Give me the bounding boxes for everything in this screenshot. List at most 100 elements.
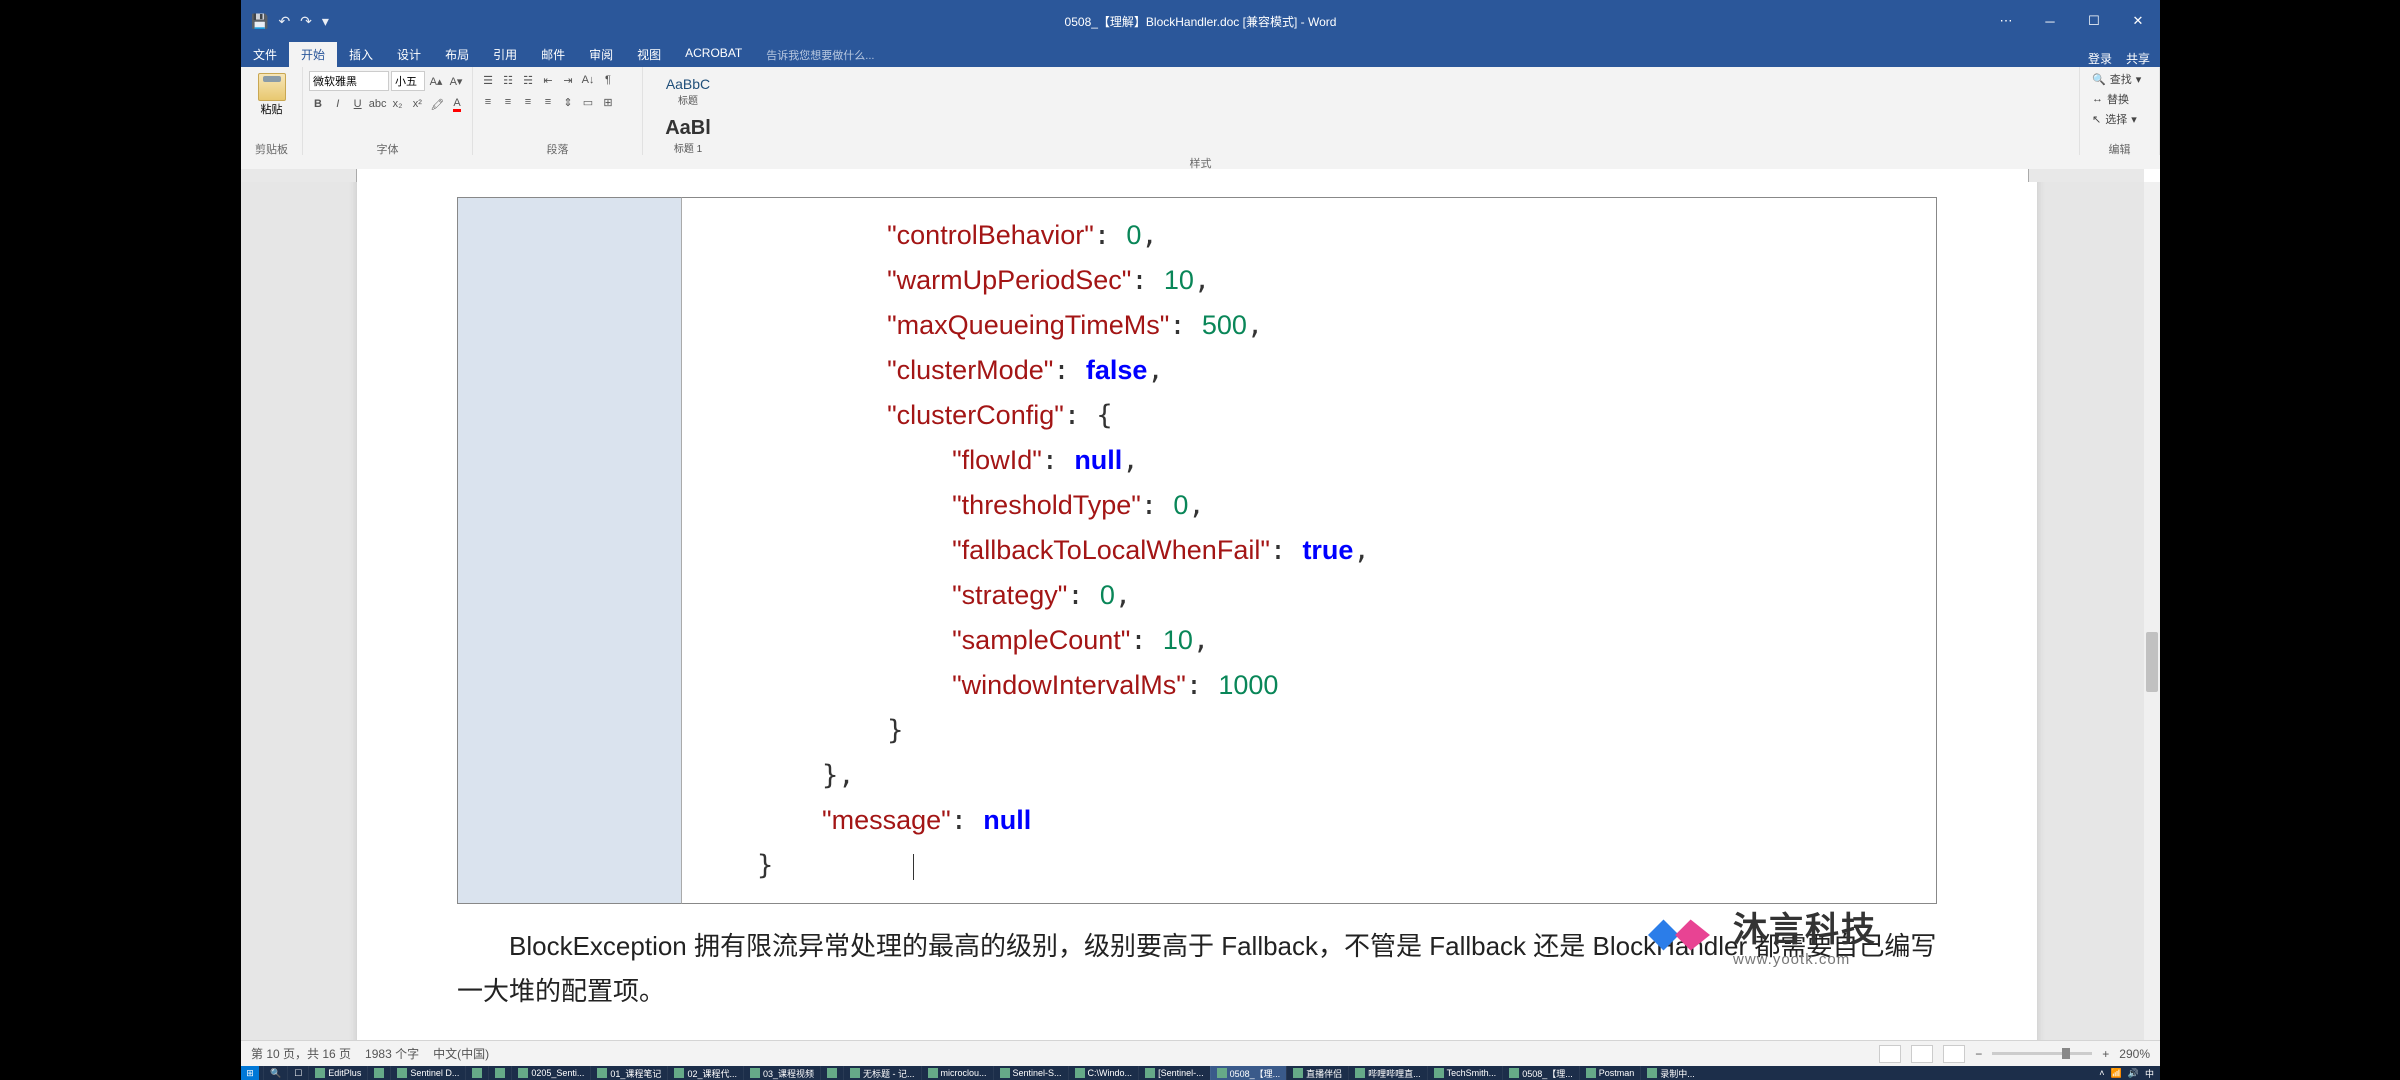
- document-area[interactable]: "controlBehavior": 0, "warmUpPeriodSec":…: [241, 182, 2160, 1040]
- zoom-in-button[interactable]: +: [2102, 1047, 2109, 1061]
- sub-button[interactable]: x₂: [389, 95, 407, 113]
- taskbar-item[interactable]: 0508_【理...: [1210, 1066, 1287, 1080]
- align-left-button[interactable]: ≡: [479, 93, 497, 111]
- start-button[interactable]: ⊞: [241, 1066, 259, 1080]
- ribbon-options-icon[interactable]: ⋯: [1984, 0, 2028, 42]
- taskbar-item[interactable]: [465, 1066, 488, 1080]
- highlight-button[interactable]: 🖍: [428, 95, 446, 113]
- multilevel-button[interactable]: ☵: [519, 71, 537, 89]
- taskbar-item[interactable]: 0508_【理...: [1502, 1066, 1579, 1080]
- align-right-button[interactable]: ≡: [519, 93, 537, 111]
- taskbar-item[interactable]: [488, 1066, 511, 1080]
- tab-插入[interactable]: 插入: [337, 42, 385, 67]
- tab-文件[interactable]: 文件: [241, 42, 289, 67]
- font-size-input[interactable]: [391, 71, 425, 91]
- taskbar-item[interactable]: 01_课程笔记: [590, 1066, 667, 1080]
- taskbar-item[interactable]: TechSmith...: [1427, 1066, 1503, 1080]
- code-content[interactable]: "controlBehavior": 0, "warmUpPeriodSec":…: [682, 197, 1937, 904]
- taskbar-item[interactable]: 录制中...: [1640, 1066, 1701, 1080]
- find-button[interactable]: 🔍查找 ▾: [2086, 69, 2153, 89]
- system-tray[interactable]: ˄ 📶 🔊 中: [2099, 1067, 2160, 1080]
- tab-ACROBAT[interactable]: ACROBAT: [673, 42, 754, 67]
- print-layout-button[interactable]: [1911, 1045, 1933, 1063]
- task-search-icon[interactable]: 🔍: [263, 1066, 287, 1080]
- replace-button[interactable]: ↔替换: [2086, 89, 2153, 109]
- style-标题 1[interactable]: AaBl标题 1: [649, 110, 727, 158]
- tray-up-icon[interactable]: ˄: [2099, 1068, 2104, 1078]
- borders-button[interactable]: ⊞: [599, 93, 617, 111]
- bold-button[interactable]: B: [309, 95, 327, 113]
- tab-开始[interactable]: 开始: [289, 42, 337, 67]
- logo-mark-icon: [1639, 904, 1719, 966]
- italic-button[interactable]: I: [329, 95, 347, 113]
- taskbar-item[interactable]: EditPlus: [308, 1066, 367, 1080]
- taskbar-item[interactable]: 无标题 - 记...: [843, 1066, 921, 1080]
- language-indicator[interactable]: 中文(中国): [433, 1045, 489, 1062]
- taskbar-item[interactable]: 03_课程视频: [743, 1066, 820, 1080]
- web-layout-button[interactable]: [1943, 1045, 1965, 1063]
- taskbar-item[interactable]: [820, 1066, 843, 1080]
- tray-volume-icon[interactable]: 🔊: [2128, 1068, 2139, 1079]
- indent-dec-button[interactable]: ⇤: [539, 71, 557, 89]
- spacing-button[interactable]: ⇕: [559, 93, 577, 111]
- style-标题[interactable]: AaBbC标题: [649, 69, 727, 110]
- share-button[interactable]: 共享: [2126, 50, 2150, 67]
- taskbar-item[interactable]: Sentinel D...: [390, 1066, 465, 1080]
- tab-视图[interactable]: 视图: [625, 42, 673, 67]
- taskbar-item[interactable]: C:\Windo...: [1068, 1066, 1139, 1080]
- tab-设计[interactable]: 设计: [385, 42, 433, 67]
- font-name-input[interactable]: [309, 71, 389, 91]
- taskbar-item[interactable]: microclou...: [921, 1066, 993, 1080]
- word-count[interactable]: 1983 个字: [365, 1045, 419, 1062]
- signin-link[interactable]: 登录: [2088, 50, 2112, 67]
- taskbar-item[interactable]: 哔哩哔哩直...: [1348, 1066, 1427, 1080]
- bullets-button[interactable]: ☰: [479, 71, 497, 89]
- underline-button[interactable]: U: [349, 95, 367, 113]
- increase-font-icon[interactable]: A▴: [427, 72, 445, 90]
- minimize-button[interactable]: ─: [2028, 0, 2072, 42]
- paste-button[interactable]: 粘贴: [258, 69, 286, 117]
- zoom-out-button[interactable]: −: [1975, 1047, 1982, 1061]
- select-button[interactable]: ↖选择 ▾: [2086, 109, 2153, 129]
- marks-button[interactable]: ¶: [599, 71, 617, 89]
- justify-button[interactable]: ≡: [539, 93, 557, 111]
- tab-布局[interactable]: 布局: [433, 42, 481, 67]
- sort-button[interactable]: A↓: [579, 71, 597, 89]
- task-view-icon[interactable]: ☐: [287, 1066, 308, 1080]
- taskbar-item[interactable]: [367, 1066, 390, 1080]
- align-center-button[interactable]: ≡: [499, 93, 517, 111]
- tab-引用[interactable]: 引用: [481, 42, 529, 67]
- vertical-scrollbar[interactable]: [2144, 182, 2160, 1040]
- read-mode-button[interactable]: [1879, 1045, 1901, 1063]
- undo-icon[interactable]: ↶: [278, 13, 290, 30]
- taskbar-label: 03_课程视频: [763, 1067, 814, 1080]
- sup-button[interactable]: x²: [408, 95, 426, 113]
- taskbar-item[interactable]: Postman: [1579, 1066, 1641, 1080]
- zoom-slider[interactable]: [1992, 1052, 2092, 1055]
- taskbar-item[interactable]: 02_课程代...: [667, 1066, 743, 1080]
- strike-button[interactable]: abc: [369, 95, 387, 113]
- indent-inc-button[interactable]: ⇥: [559, 71, 577, 89]
- taskbar-item[interactable]: 0205_Senti...: [511, 1066, 590, 1080]
- tell-me-search[interactable]: 告诉我您想要做什么...: [754, 43, 886, 67]
- taskbar-item[interactable]: Sentinel-S...: [993, 1066, 1068, 1080]
- app-icon: [1217, 1068, 1227, 1078]
- tray-ime-icon[interactable]: 中: [2145, 1067, 2154, 1080]
- redo-icon[interactable]: ↷: [300, 13, 312, 30]
- numbering-button[interactable]: ☷: [499, 71, 517, 89]
- maximize-button[interactable]: ☐: [2072, 0, 2116, 42]
- font-color-button[interactable]: A: [448, 95, 466, 113]
- tab-审阅[interactable]: 审阅: [577, 42, 625, 67]
- taskbar-item[interactable]: 直播伴侣: [1286, 1066, 1348, 1080]
- tab-邮件[interactable]: 邮件: [529, 42, 577, 67]
- qat-dropdown-icon[interactable]: ▾: [322, 13, 329, 30]
- save-icon[interactable]: 💾: [251, 13, 268, 30]
- zoom-level[interactable]: 290%: [2119, 1047, 2150, 1061]
- page-indicator[interactable]: 第 10 页，共 16 页: [251, 1045, 351, 1062]
- scrollbar-thumb[interactable]: [2146, 632, 2158, 692]
- close-button[interactable]: ✕: [2116, 0, 2160, 42]
- decrease-font-icon[interactable]: A▾: [447, 72, 465, 90]
- tray-network-icon[interactable]: 📶: [2111, 1068, 2122, 1079]
- shading-button[interactable]: ▭: [579, 93, 597, 111]
- taskbar-item[interactable]: [Sentinel-...: [1138, 1066, 1210, 1080]
